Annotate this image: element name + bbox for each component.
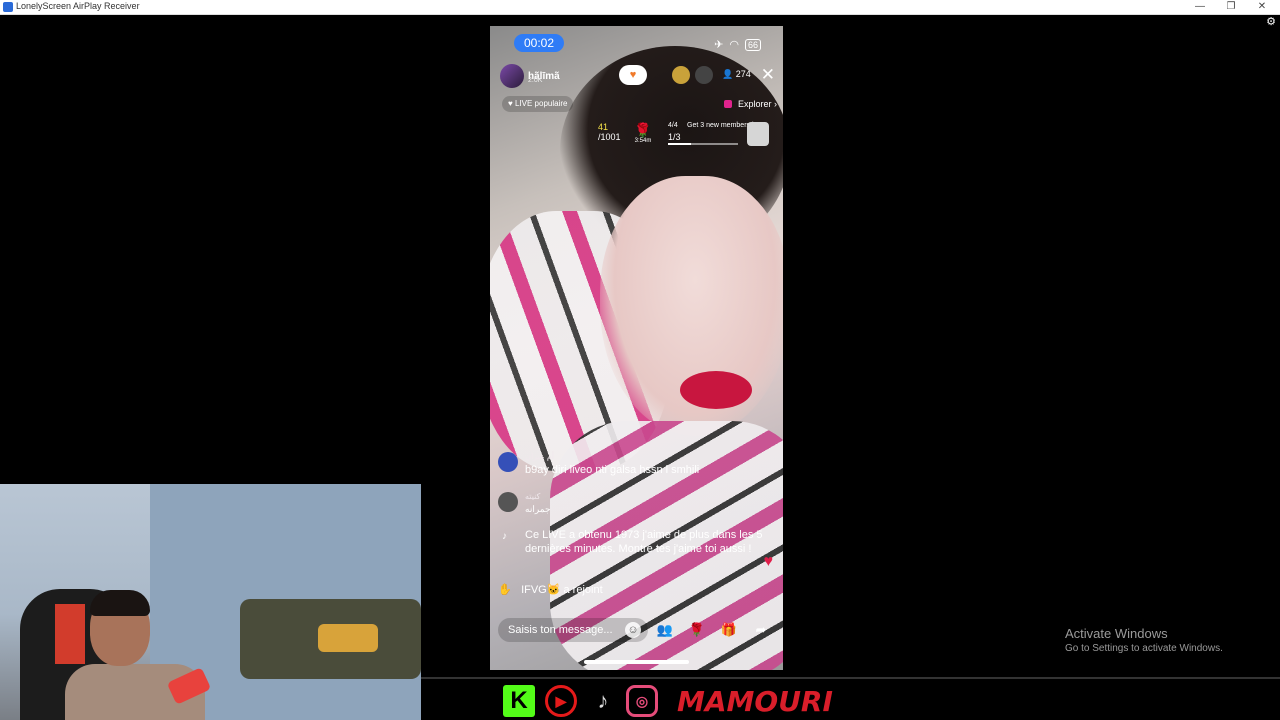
- gift-avatar: [747, 122, 769, 146]
- chat-text: جمرانه: [525, 504, 551, 514]
- chat-text: b9ay diri liveo nti galsa hssn l smhili: [525, 464, 700, 476]
- status-icons: ✈ ◠ 66: [714, 38, 761, 51]
- wifi-icon: ◠: [729, 39, 739, 51]
- team-ratio: 1/3: [668, 132, 681, 142]
- instagram-icon: ◎: [626, 685, 658, 717]
- rose-icon: 🌹: [634, 122, 652, 138]
- chat-avatar: [498, 452, 518, 472]
- emoji-icon[interactable]: ☺: [625, 622, 641, 638]
- app-icon: [3, 2, 13, 12]
- host-likes: 2.0K: [528, 77, 543, 84]
- host-info[interactable]: hãlīmã 2.0K: [500, 63, 560, 89]
- joined-text: a rejoint: [563, 584, 603, 596]
- person-icon: 👤: [722, 69, 734, 79]
- window-titlebar: LonelyScreen AirPlay Receiver — ❐ ✕: [0, 0, 1280, 15]
- mirrored-phone-screen: 00:02 ✈ ◠ 66 hãlīmã 2.0K ♥ 👤 274 ✕ ♥ LIV…: [490, 26, 783, 670]
- status-time: 00:02: [514, 34, 564, 52]
- gear-icon[interactable]: ⚙: [1265, 16, 1277, 28]
- webcam-backdrop: [318, 624, 378, 652]
- tiktok-icon: ♪: [502, 531, 507, 542]
- share-icon[interactable]: ➦: [749, 618, 773, 642]
- viewer-count[interactable]: 👤 274: [722, 69, 751, 80]
- explore-icon: [724, 100, 733, 108]
- top-viewer-avatar[interactable]: [695, 66, 713, 84]
- explore-button[interactable]: Explorer ›: [724, 96, 777, 112]
- social-links-strip: K ▶ ♪ ◎ MAMOURI: [421, 677, 1280, 720]
- joined-user: IFVG🐱: [521, 584, 561, 596]
- team-progress: 4/4: [668, 122, 678, 129]
- activate-windows-watermark: Activate Windows Go to Settings to activ…: [1065, 626, 1223, 654]
- webcam-backdrop: [90, 590, 150, 616]
- goal-current: 41: [598, 122, 609, 132]
- team-progress-fill: [668, 143, 692, 145]
- streamer: [65, 590, 205, 720]
- viewer-count-value: 274: [735, 69, 751, 79]
- restore-button[interactable]: ❐: [1219, 0, 1243, 15]
- chat-message[interactable]: أم عيزان b9ay diri liveo nti galsa hssn …: [498, 452, 773, 482]
- battery-icon: 66: [744, 38, 761, 51]
- minimize-button[interactable]: —: [1188, 0, 1212, 15]
- rose-goal[interactable]: 🌹 3:54m: [630, 122, 656, 144]
- gift-icon[interactable]: 🎁: [717, 618, 741, 642]
- rose-gift-icon[interactable]: 🌹: [685, 618, 709, 642]
- goal-target: /1001: [598, 132, 621, 142]
- streamer-handle: MAMOURI: [677, 685, 833, 718]
- chat-avatar: [498, 492, 518, 512]
- webcam-feed: [0, 484, 421, 720]
- join-notice: ✋ IFVG🐱 a rejoint: [498, 583, 603, 596]
- heart-icon: ♥: [508, 99, 513, 108]
- window-title: LonelyScreen AirPlay Receiver: [16, 1, 140, 11]
- chat-username: كنيته: [525, 492, 541, 501]
- close-icon[interactable]: ✕: [761, 65, 775, 85]
- video-backdrop: [680, 371, 752, 409]
- live-popular-badge[interactable]: ♥ LIVE populaire: [502, 96, 574, 112]
- follow-icon[interactable]: ♥: [619, 65, 647, 85]
- tiktok-icon: ♪: [597, 688, 609, 713]
- heart-icon[interactable]: ♥: [764, 553, 774, 571]
- wave-icon: ✋: [498, 584, 512, 596]
- host-avatar[interactable]: [500, 64, 524, 88]
- airplane-icon: ✈: [714, 39, 724, 51]
- live-popular-label: LIVE populaire: [514, 99, 568, 108]
- kick-icon: K: [503, 685, 535, 717]
- rose-timer: 3:54m: [634, 138, 652, 144]
- activate-subtitle: Go to Settings to activate Windows.: [1065, 643, 1223, 654]
- home-indicator: [584, 660, 689, 664]
- explore-label: Explorer ›: [737, 99, 777, 109]
- system-message-text: Ce LIVE a obtenu 1973 j'aime de plus dan…: [525, 529, 763, 555]
- activate-title: Activate Windows: [1065, 626, 1168, 641]
- chat-message[interactable]: كنيته جمرانه: [498, 492, 773, 522]
- team-goal-card[interactable]: 4/4 Get 3 new members in... 1/3: [665, 120, 775, 150]
- system-message: ♪ Ce LIVE a obtenu 1973 j'aime de plus d…: [498, 528, 773, 556]
- close-window-button[interactable]: ✕: [1250, 0, 1274, 15]
- bottom-action-bar: ☺ 👥 🌹 🎁 ➦: [498, 618, 778, 642]
- team-progress-bar: [668, 143, 738, 145]
- top-viewer-avatar[interactable]: [672, 66, 690, 84]
- gift-goal[interactable]: 41 /1001: [598, 122, 621, 142]
- multi-guest-icon[interactable]: 👥: [653, 618, 677, 642]
- youtube-icon: ▶: [545, 685, 577, 717]
- chat-username: أم عيزان: [525, 452, 555, 461]
